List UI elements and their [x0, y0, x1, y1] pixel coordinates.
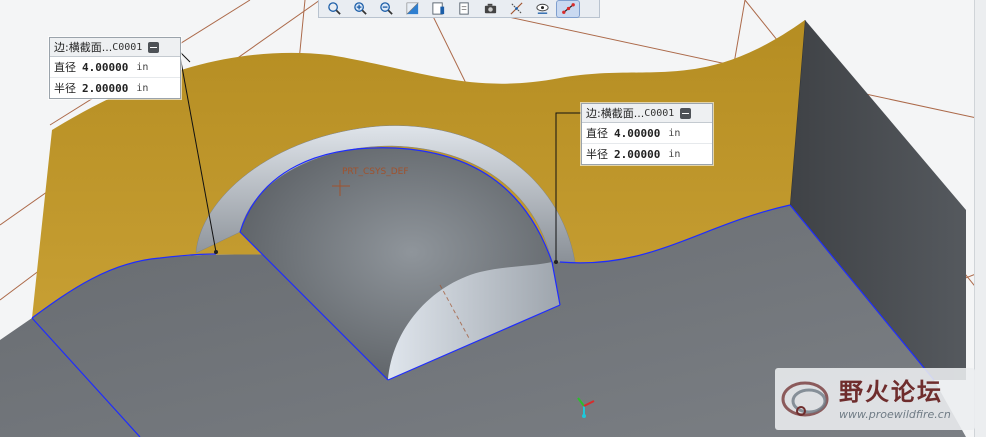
display-style-button[interactable] — [427, 1, 449, 17]
callout-row: 直径 4.00000 in — [582, 123, 712, 143]
callout-title-bar[interactable]: 边:横截面... C0001 — [50, 38, 180, 57]
callout-id: C0001 — [112, 41, 143, 53]
dim-value[interactable]: 2.00000 — [82, 82, 128, 95]
annotation-display-button[interactable] — [531, 1, 553, 17]
callout-row: 半径 2.00000 in — [582, 143, 712, 164]
datum-display-icon — [509, 2, 523, 15]
zoom-fit-icon — [327, 2, 341, 15]
zoom-in-button[interactable] — [349, 1, 371, 17]
csys-label: PRT_CSYS_DEF — [342, 167, 409, 177]
view-manager-button[interactable] — [479, 1, 501, 17]
callout-row: 半径 2.00000 in — [50, 77, 180, 98]
display-style-icon — [431, 2, 444, 15]
view-toolbar — [318, 0, 600, 18]
dim-label: 直径 — [586, 127, 608, 140]
callout-title: 边:横截面... — [54, 41, 113, 54]
dim-label: 半径 — [54, 82, 76, 95]
dimension-callout[interactable]: 边:横截面... C0001 直径 4.00000 in 半径 2.00000 … — [49, 37, 181, 99]
dim-label: 直径 — [54, 61, 76, 74]
repaint-button[interactable] — [401, 1, 423, 17]
zoom-in-icon — [353, 2, 367, 15]
watermark: 野火论坛 www.proewildfire.cn — [775, 368, 975, 430]
dim-unit: in — [668, 127, 681, 139]
callout-title-bar[interactable]: 边:横截面... C0001 — [582, 104, 712, 123]
spin-center-icon — [561, 3, 575, 14]
dim-unit: in — [668, 148, 681, 160]
watermark-logo-icon — [781, 381, 829, 417]
annotation-display-icon — [535, 3, 549, 14]
zoom-out-icon — [379, 2, 393, 15]
repaint-icon — [406, 2, 419, 15]
datum-display-button[interactable] — [505, 1, 527, 17]
callout-row: 直径 4.00000 in — [50, 57, 180, 77]
dim-value[interactable]: 4.00000 — [614, 127, 660, 140]
dim-label: 半径 — [586, 148, 608, 161]
collapse-icon[interactable] — [148, 41, 160, 53]
saved-views-icon — [458, 2, 469, 15]
callout-id: C0001 — [644, 107, 675, 119]
callout-title: 边:横截面... — [586, 107, 645, 120]
dim-value[interactable]: 4.00000 — [82, 61, 128, 74]
dim-unit: in — [136, 82, 149, 94]
dim-value[interactable]: 2.00000 — [614, 148, 660, 161]
dim-unit: in — [136, 61, 149, 73]
zoom-out-button[interactable] — [375, 1, 397, 17]
spin-center-button[interactable] — [556, 0, 580, 18]
zoom-fit-button[interactable] — [323, 1, 345, 17]
saved-views-button[interactable] — [453, 1, 475, 17]
watermark-text: 野火论坛 — [839, 378, 943, 406]
collapse-icon[interactable] — [680, 107, 692, 119]
view-manager-icon — [484, 3, 496, 14]
dimension-callout[interactable]: 边:横截面... C0001 直径 4.00000 in 半径 2.00000 … — [581, 103, 713, 165]
watermark-url: www.proewildfire.cn — [839, 408, 951, 421]
right-scroll-strip[interactable] — [974, 0, 986, 437]
